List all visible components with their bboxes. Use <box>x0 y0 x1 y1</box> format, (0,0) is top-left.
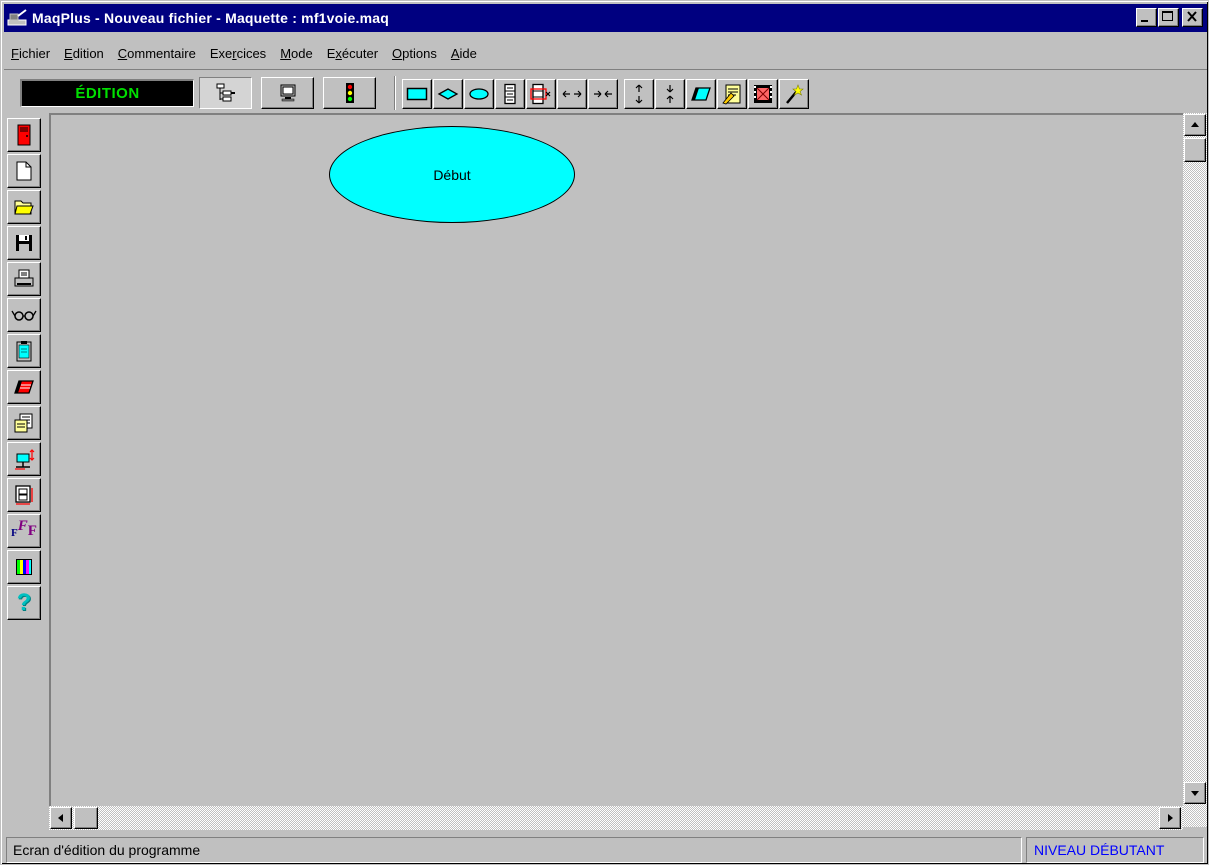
frame-resize-icon <box>13 484 35 506</box>
flowchart-icon <box>215 82 237 104</box>
stack-delete-icon <box>530 83 552 105</box>
magic-wand-button[interactable] <box>779 79 809 109</box>
widen-horizontal-icon <box>561 89 583 99</box>
new-file-button[interactable] <box>7 154 41 188</box>
eraser-button[interactable] <box>686 79 716 109</box>
delete-all-button[interactable] <box>7 370 41 404</box>
application-window: MaqPlus - Nouveau fichier - Maquette : m… <box>0 0 1209 865</box>
save-disk-icon <box>15 234 33 252</box>
traffic-light-icon <box>344 82 356 104</box>
exit-door-icon <box>17 124 31 146</box>
arrow-left-icon <box>57 813 65 823</box>
document-edit-button[interactable] <box>717 79 747 109</box>
narrow-vertical-button[interactable] <box>655 79 685 109</box>
monitor-mode-button[interactable] <box>261 77 314 109</box>
narrow-horizontal-button[interactable] <box>588 79 618 109</box>
arrow-right-icon <box>1166 813 1174 823</box>
delete-stack-icon <box>13 377 35 397</box>
status-bar: Ecran d'édition du programme NIVEAU DÉBU… <box>4 835 1207 863</box>
preview-button[interactable] <box>7 298 41 332</box>
insert-block-button[interactable] <box>495 79 525 109</box>
narrow-horizontal-icon <box>592 89 614 99</box>
clipboard-icon <box>16 340 32 362</box>
document-edit-icon <box>721 83 743 105</box>
preview-glasses-icon <box>11 308 37 322</box>
rectangle-shape-icon <box>406 86 428 102</box>
arrow-up-icon <box>1190 121 1200 129</box>
font-button[interactable]: FFF <box>7 514 41 548</box>
menu-edition[interactable]: Edition <box>57 44 111 64</box>
window-title: MaqPlus - Nouveau fichier - Maquette : m… <box>32 10 389 26</box>
ellipse-tool-button[interactable] <box>464 79 494 109</box>
frame-resize-button[interactable] <box>7 478 41 512</box>
maximize-button[interactable] <box>1158 8 1179 27</box>
menu-aide[interactable]: Aide <box>444 44 484 64</box>
open-file-button[interactable] <box>7 190 41 224</box>
title-bar[interactable]: MaqPlus - Nouveau fichier - Maquette : m… <box>4 4 1207 32</box>
widen-horizontal-button[interactable] <box>557 79 587 109</box>
resize-icon <box>13 448 35 470</box>
minimize-button[interactable] <box>1136 8 1157 27</box>
narrow-vertical-icon <box>665 83 675 105</box>
menu-mode[interactable]: Mode <box>273 44 320 64</box>
status-message: Ecran d'édition du programme <box>6 837 1022 863</box>
ellipse-shape-icon <box>468 87 490 101</box>
edit-mode-button[interactable] <box>199 77 252 109</box>
new-file-icon <box>16 161 32 181</box>
open-folder-icon <box>14 198 34 216</box>
menu-commentaire[interactable]: Commentaire <box>111 44 203 64</box>
scroll-up-button[interactable] <box>1184 114 1206 136</box>
delete-block-button[interactable] <box>526 79 556 109</box>
start-node-label: Début <box>433 166 471 183</box>
vertical-scroll-thumb[interactable] <box>1184 138 1206 162</box>
diamond-tool-button[interactable] <box>433 79 463 109</box>
help-button[interactable]: ? <box>7 586 41 620</box>
horizontal-scroll-thumb[interactable] <box>74 807 98 829</box>
scroll-left-button[interactable] <box>50 807 72 829</box>
color-palette-icon <box>15 558 33 576</box>
resize-button[interactable] <box>7 442 41 476</box>
left-toolbar: FFF ? <box>7 116 45 622</box>
save-file-button[interactable] <box>7 226 41 260</box>
copy-button[interactable] <box>7 406 41 440</box>
exit-button[interactable] <box>7 118 41 152</box>
stack-icon <box>501 83 519 105</box>
rectangle-tool-button[interactable] <box>402 79 432 109</box>
menu-exercices[interactable]: Exercices <box>203 44 273 64</box>
print-button[interactable] <box>7 262 41 296</box>
film-button[interactable] <box>748 79 778 109</box>
diamond-shape-icon <box>437 87 459 101</box>
copy-documents-icon <box>14 413 34 433</box>
widen-vertical-button[interactable] <box>624 79 654 109</box>
toolbar-separator <box>394 76 396 110</box>
run-mode-button[interactable] <box>323 77 376 109</box>
monitor-icon <box>278 83 298 103</box>
app-icon[interactable] <box>6 8 28 28</box>
arrow-down-icon <box>1190 789 1200 797</box>
menu-fichier[interactable]: Fichier <box>4 44 57 64</box>
scroll-down-button[interactable] <box>1184 782 1206 804</box>
film-icon <box>752 83 774 105</box>
scroll-right-button[interactable] <box>1159 807 1181 829</box>
clipboard-button[interactable] <box>7 334 41 368</box>
font-icon: FFF <box>11 517 37 539</box>
start-node[interactable]: Début <box>329 126 575 223</box>
mode-indicator: ÉDITION <box>20 79 194 107</box>
menu-bar: Fichier Edition Commentaire Exercices Mo… <box>4 43 484 65</box>
horizontal-scrollbar[interactable] <box>49 806 1183 830</box>
status-level: NIVEAU DÉBUTANT <box>1026 837 1204 863</box>
print-icon <box>14 269 34 289</box>
menu-executer[interactable]: Exécuter <box>320 44 385 64</box>
help-icon: ? <box>16 589 32 616</box>
widen-vertical-icon <box>634 83 644 105</box>
flowchart-canvas[interactable]: Début <box>49 113 1183 806</box>
color-palette-button[interactable] <box>7 550 41 584</box>
close-button[interactable] <box>1182 8 1203 27</box>
toolbar: ÉDITION <box>4 69 1207 111</box>
vertical-scrollbar[interactable] <box>1183 113 1207 827</box>
eraser-icon <box>690 84 712 104</box>
magic-wand-icon <box>783 83 805 105</box>
menu-options[interactable]: Options <box>385 44 444 64</box>
